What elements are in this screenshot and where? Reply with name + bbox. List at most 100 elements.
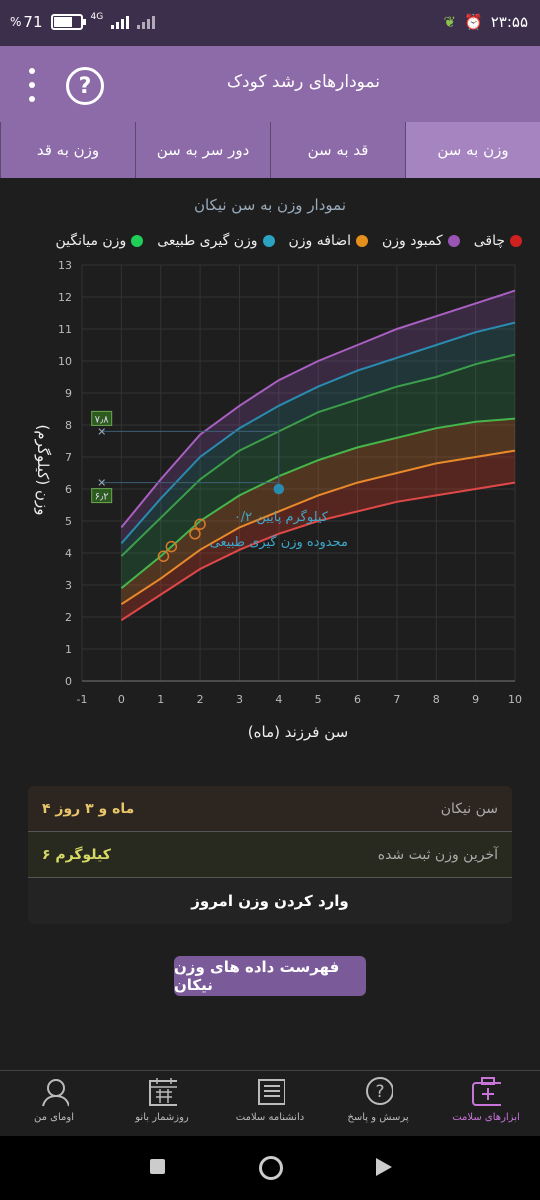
- age-row: سن نیکان ۴ ماه و ۳ روز: [28, 786, 512, 832]
- legend-label: کمبود وزن: [382, 233, 443, 249]
- y-tick-label: 10: [58, 355, 72, 368]
- y-tick-label: 3: [65, 579, 72, 592]
- y-tick-label: 8: [65, 419, 72, 432]
- system-nav-bar: [0, 1136, 540, 1200]
- nav-label: دانشنامه سلامت: [235, 1112, 305, 1123]
- legend-dot: [447, 235, 460, 247]
- enter-weight-button[interactable]: وارد کردن وزن امروز: [28, 878, 512, 924]
- home-icon[interactable]: [259, 1156, 283, 1180]
- app-bar: ? نمودارهای رشد کودک: [0, 46, 540, 122]
- nav-item-profile[interactable]: اومای من: [0, 1071, 108, 1137]
- growth-chart: -1 0 1 2 3 4 5 6 7 8 9 10012345678910111213✕۷٫۸✕۶٫۲…: [34, 259, 522, 741]
- marker-cross-icon: ✕: [97, 425, 106, 438]
- annotation-normal-range: محدوده وزن گیری طبیعی: [210, 534, 348, 550]
- legend-item: چاقی: [474, 233, 522, 249]
- marker-cross-icon: ✕: [97, 477, 106, 490]
- x-tick-label: 10: [508, 693, 522, 706]
- chart-title: نمودار وزن به سن نیکان: [193, 196, 347, 214]
- legend-label: وزن گیری طبیعی: [157, 233, 258, 249]
- chart-legend: چاقی کمبود وزن اضافه وزن وزن گیری طبیعی …: [55, 233, 522, 249]
- back-icon[interactable]: [376, 1158, 392, 1176]
- alarm-off-icon: ⏰: [464, 13, 483, 31]
- y-tick-label: 0: [65, 675, 72, 688]
- health-kit-icon: [471, 1077, 501, 1107]
- marker-label: ۶٫۲: [95, 492, 109, 503]
- clock: ۲۳:۵۵: [490, 13, 528, 31]
- network-type: 4G: [90, 12, 104, 22]
- recents-icon[interactable]: [150, 1159, 165, 1174]
- nav-label: روزشمار بانو: [135, 1112, 189, 1123]
- nav-label: ابزارهای سلامت: [452, 1112, 520, 1123]
- x-tick-label: 9: [472, 693, 479, 706]
- y-tick-label: 13: [58, 259, 72, 272]
- tab-weight-age[interactable]: وزن به سن: [405, 122, 540, 178]
- legend-item: وزن میانگین: [55, 233, 144, 249]
- y-tick-label: 2: [65, 611, 72, 624]
- battery-symbol: %: [10, 15, 22, 29]
- y-tick-label: 1: [65, 643, 72, 656]
- y-tick-label: 7: [65, 451, 72, 464]
- legend-dot: [510, 235, 522, 247]
- legend-item: اضافه وزن: [289, 233, 369, 249]
- legend-item: وزن گیری طبیعی: [157, 233, 275, 249]
- help-icon[interactable]: ?: [66, 67, 104, 105]
- legend-dot: [131, 235, 144, 247]
- status-bar: % 71 4G ❦ ⏰ ۲۳:۵۵: [0, 0, 540, 46]
- y-tick-label: 11: [58, 323, 72, 336]
- legend-label: اضافه وزن: [288, 233, 352, 249]
- battery-icon: [50, 14, 86, 30]
- weight-row: آخرین وزن ثبت شده ۶ کیلوگرم: [28, 832, 512, 878]
- nav-item-encyclopedia[interactable]: دانشنامه سلامت: [216, 1071, 324, 1137]
- tab-height-age[interactable]: قد به سن: [270, 122, 405, 178]
- y-tick-label: 9: [65, 387, 72, 400]
- x-tick-label: 8: [433, 693, 440, 706]
- nav-item-health-tools[interactable]: ابزارهای سلامت: [432, 1071, 540, 1137]
- nav-item-questions[interactable]: ? پرسش و پاسخ: [324, 1071, 432, 1137]
- tab-weight-height[interactable]: وزن به قد: [0, 122, 135, 178]
- x-tick-label: 7: [393, 693, 400, 706]
- weight-list-button[interactable]: فهرست داده های وزن نیکان: [174, 956, 366, 996]
- age-label: سن نیکان: [440, 800, 498, 817]
- legend-dot: [356, 235, 369, 247]
- x-tick-label: 6: [354, 693, 361, 706]
- legend-item: کمبود وزن: [382, 233, 460, 249]
- x-tick-label: 3: [236, 693, 243, 706]
- marker-label: ۷٫۸: [95, 414, 110, 425]
- info-card: سن نیکان ۴ ماه و ۳ روز آخرین وزن ثبت شده…: [28, 786, 512, 924]
- nav-item-calendar[interactable]: روزشمار بانو: [108, 1071, 216, 1137]
- bottom-nav: ابزارهای سلامت ? پرسش و پاسخ دانشنامه سل…: [0, 1070, 540, 1137]
- nav-label: پرسش و پاسخ: [347, 1112, 409, 1123]
- legend-dot: [262, 235, 275, 247]
- y-axis-label: وزن (کیلوگرم): [34, 424, 52, 515]
- legend-label: چاقی: [473, 233, 505, 249]
- x-tick-label: 1: [157, 693, 164, 706]
- x-tick-label: 0: [118, 693, 125, 706]
- legend-label: وزن میانگین: [55, 233, 127, 249]
- y-tick-label: 5: [65, 515, 72, 528]
- x-tick-label: -1: [77, 693, 88, 706]
- signal-2-icon: [137, 15, 156, 29]
- y-tick-label: 6: [65, 483, 72, 496]
- profile-icon: [39, 1077, 69, 1107]
- weight-label: آخرین وزن ثبت شده: [377, 846, 498, 863]
- chart-tabs: وزن به سن قد به سن دور سر به سن وزن به ق…: [0, 122, 540, 178]
- signal-icon: [111, 15, 130, 29]
- x-axis-label: سن فرزند (ماه): [248, 723, 348, 741]
- x-tick-label: 5: [315, 693, 322, 706]
- y-tick-label: 12: [58, 291, 72, 304]
- weight-value: ۶ کیلوگرم: [42, 846, 111, 863]
- child-weight-point: [273, 483, 285, 495]
- calendar-icon: [147, 1077, 177, 1107]
- overflow-menu-icon[interactable]: [28, 68, 36, 102]
- x-tick-label: 2: [197, 693, 204, 706]
- x-tick-label: 4: [275, 693, 282, 706]
- nav-label: اومای من: [34, 1112, 74, 1123]
- encyclopedia-icon: [255, 1077, 285, 1107]
- question-bubble-icon: ?: [363, 1077, 393, 1107]
- app-leaf-icon: ❦: [443, 13, 457, 31]
- y-tick-label: 4: [65, 547, 72, 560]
- svg-text:?: ?: [375, 1082, 384, 1102]
- battery-percent: 71: [23, 13, 43, 31]
- annotation-below: ۰/۲ کیلوگرم پایین: [234, 509, 329, 525]
- tab-head-age[interactable]: دور سر به سن: [135, 122, 270, 178]
